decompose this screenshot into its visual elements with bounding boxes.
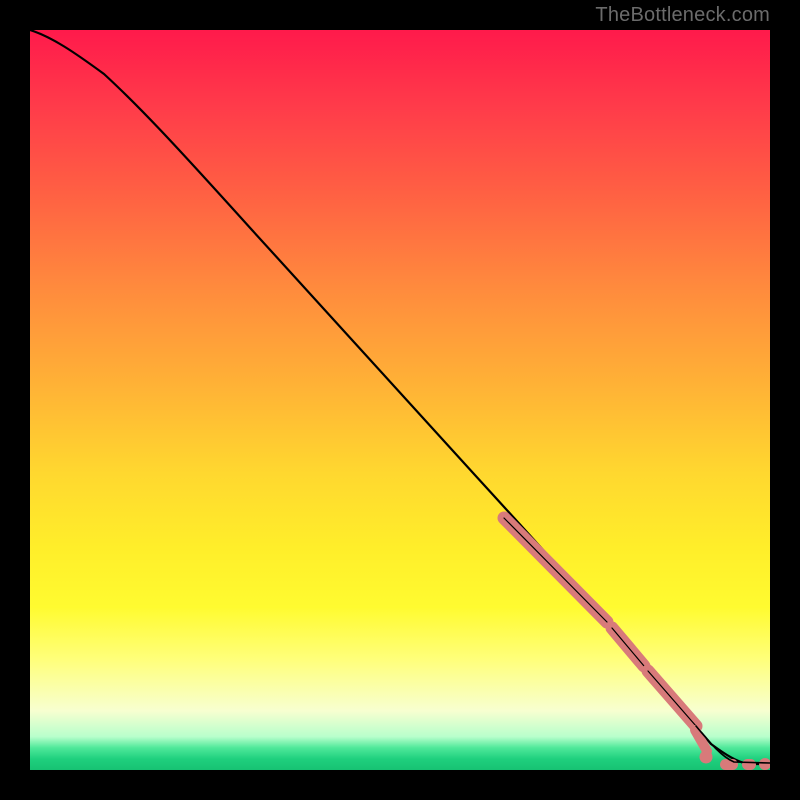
plot-gradient-background xyxy=(30,30,770,770)
plot-area xyxy=(30,30,770,770)
chart-frame: TheBottleneck.com xyxy=(0,0,800,800)
watermark-text: TheBottleneck.com xyxy=(595,4,770,27)
